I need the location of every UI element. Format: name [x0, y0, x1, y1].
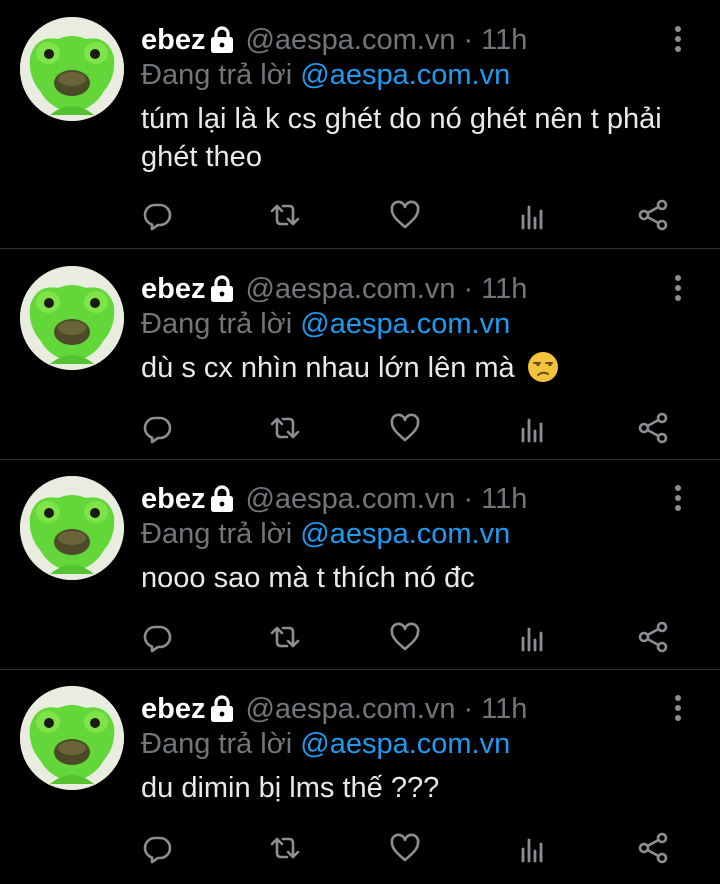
share-icon[interactable] [636, 831, 670, 865]
timestamp[interactable]: 11h [481, 479, 527, 519]
replying-to-label: Đang trả lời [141, 728, 293, 760]
lock-icon [209, 694, 235, 724]
views-chart-icon[interactable] [515, 831, 549, 865]
tweet-text: nooo sao mà t thích nó đc [141, 562, 475, 594]
lock-icon [209, 25, 235, 55]
reply-icon[interactable] [140, 620, 174, 654]
replying-to: Đang trả lời @aespa.com.vn [141, 56, 510, 94]
mention-link[interactable]: @aespa.com.vn [300, 308, 510, 340]
action-bar [0, 411, 720, 451]
tweet-header: ebez @aespa.com.vn · 11h [141, 269, 527, 309]
tweet-text: dù s cx nhìn nhau lớn lên mà [141, 349, 701, 387]
replying-to-label: Đang trả lời [141, 59, 293, 91]
replying-to-label: Đang trả lời [141, 518, 293, 550]
reply-icon[interactable] [140, 411, 174, 445]
mention-link[interactable]: @aespa.com.vn [300, 728, 510, 760]
tweet-card[interactable]: ebez @aespa.com.vn · 11h Đang trả lời @a… [0, 459, 720, 669]
heart-icon[interactable] [388, 198, 422, 232]
heart-icon[interactable] [388, 831, 422, 865]
views-chart-icon[interactable] [515, 198, 549, 232]
views-chart-icon[interactable] [515, 620, 549, 654]
mention-link[interactable]: @aespa.com.vn [300, 518, 510, 550]
share-icon[interactable] [636, 198, 670, 232]
display-name[interactable]: ebez [141, 689, 205, 729]
lock-icon [209, 484, 235, 514]
tweet-card[interactable]: ebez @aespa.com.vn · 11h Đang trả lời @a… [0, 249, 720, 459]
action-bar [0, 831, 720, 871]
tweet-card[interactable]: ebez @aespa.com.vn · 11h Đang trả lời @a… [0, 0, 720, 231]
more-vertical-icon[interactable] [664, 693, 692, 723]
timestamp[interactable]: 11h [481, 689, 527, 729]
lock-icon [209, 274, 235, 304]
more-vertical-icon[interactable] [664, 24, 692, 54]
avatar[interactable] [20, 17, 124, 121]
retweet-icon[interactable] [268, 411, 302, 445]
user-handle[interactable]: @aespa.com.vn [245, 479, 455, 519]
user-handle[interactable]: @aespa.com.vn [245, 20, 455, 60]
unamused-face-icon [527, 351, 559, 383]
retweet-icon[interactable] [268, 198, 302, 232]
avatar[interactable] [20, 266, 124, 370]
frog-avatar-image [20, 17, 124, 121]
retweet-icon[interactable] [268, 831, 302, 865]
reply-icon[interactable] [140, 831, 174, 865]
share-icon[interactable] [636, 411, 670, 445]
separator-dot: · [463, 483, 474, 515]
action-bar [0, 620, 720, 660]
action-bar [0, 198, 720, 238]
tweet-header: ebez @aespa.com.vn · 11h [141, 689, 527, 729]
retweet-icon[interactable] [268, 620, 302, 654]
tweet-text: du dimin bị lms thế ??? [141, 772, 440, 804]
display-name[interactable]: ebez [141, 20, 205, 60]
tweet-text-content: dù s cx nhìn nhau lớn lên mà [141, 352, 515, 384]
replying-to: Đang trả lời @aespa.com.vn [141, 725, 510, 763]
frog-avatar-image [20, 686, 124, 790]
display-name[interactable]: ebez [141, 479, 205, 519]
user-handle[interactable]: @aespa.com.vn [245, 689, 455, 729]
replying-to: Đang trả lời @aespa.com.vn [141, 515, 510, 553]
views-chart-icon[interactable] [515, 411, 549, 445]
more-vertical-icon[interactable] [664, 273, 692, 303]
replying-to-label: Đang trả lời [141, 308, 293, 340]
avatar[interactable] [20, 686, 124, 790]
avatar[interactable] [20, 476, 124, 580]
mention-link[interactable]: @aespa.com.vn [300, 59, 510, 91]
separator-dot: · [463, 273, 474, 305]
reply-feed: ebez @aespa.com.vn · 11h Đang trả lời @a… [0, 0, 720, 884]
tweet-header: ebez @aespa.com.vn · 11h [141, 20, 527, 60]
separator-dot: · [463, 24, 474, 56]
more-vertical-icon[interactable] [664, 483, 692, 513]
replying-to: Đang trả lời @aespa.com.vn [141, 305, 510, 343]
separator-dot: · [463, 693, 474, 725]
tweet-card[interactable]: ebez @aespa.com.vn · 11h Đang trả lời @a… [0, 669, 720, 879]
frog-avatar-image [20, 266, 124, 370]
display-name[interactable]: ebez [141, 269, 205, 309]
tweet-text: túm lại là k cs ghét do nó ghét nên t ph… [141, 103, 662, 173]
tweet-header: ebez @aespa.com.vn · 11h [141, 479, 527, 519]
share-icon[interactable] [636, 620, 670, 654]
timestamp[interactable]: 11h [481, 269, 527, 309]
heart-icon[interactable] [388, 411, 422, 445]
reply-icon[interactable] [140, 198, 174, 232]
frog-avatar-image [20, 476, 124, 580]
timestamp[interactable]: 11h [481, 20, 527, 60]
heart-icon[interactable] [388, 620, 422, 654]
user-handle[interactable]: @aespa.com.vn [245, 269, 455, 309]
